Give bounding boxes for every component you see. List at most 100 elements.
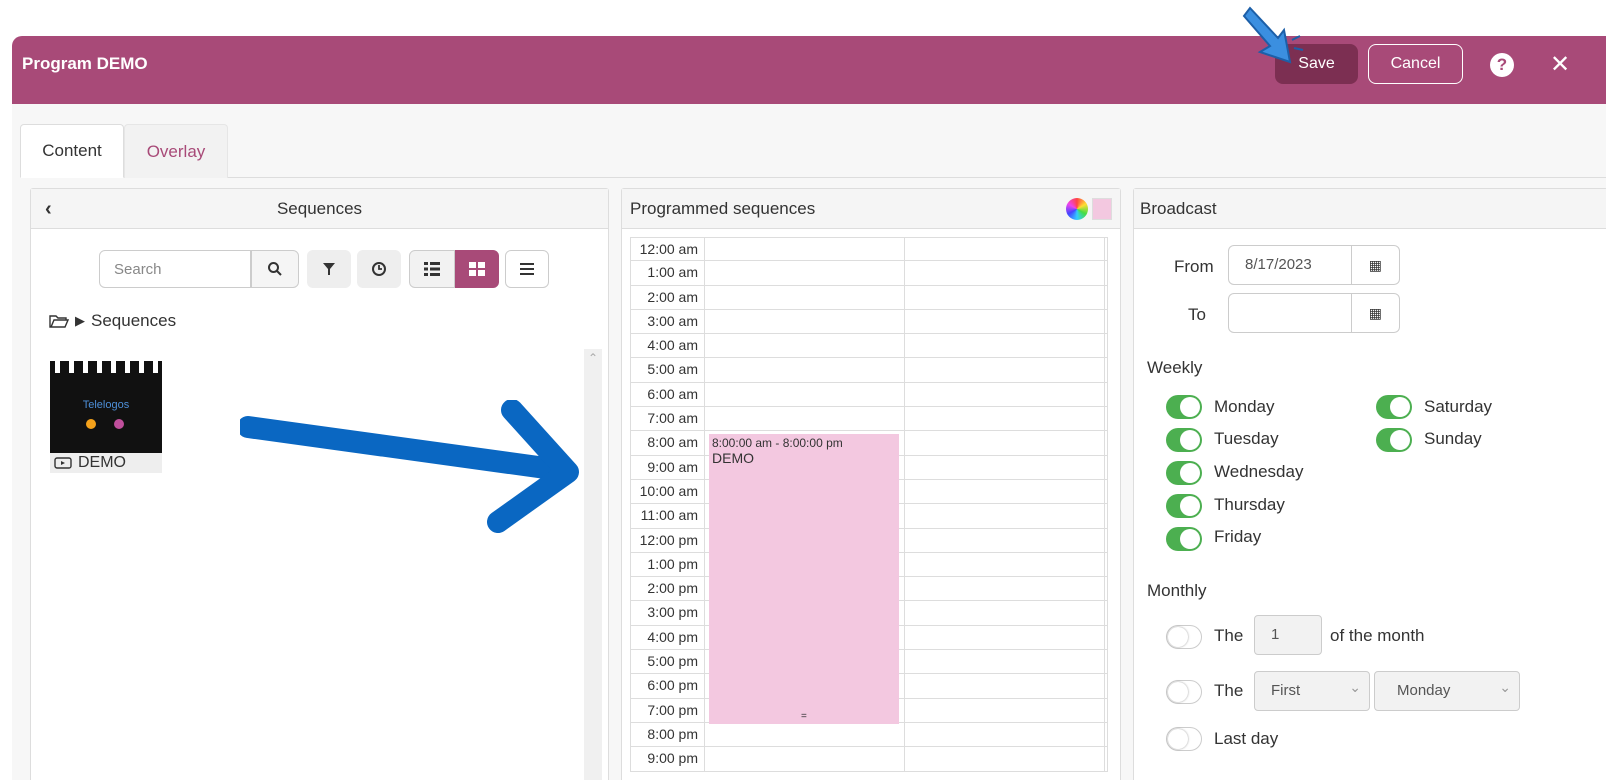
sequence-name: DEMO (78, 454, 126, 471)
toggle-tuesday[interactable] (1166, 428, 1202, 452)
hour-slot[interactable] (905, 382, 1105, 407)
hour-slot[interactable] (705, 722, 905, 747)
from-date-input[interactable]: 8/17/2023 (1229, 246, 1352, 284)
hour-slot[interactable] (905, 261, 1105, 285)
weekday-select[interactable]: Monday (1374, 668, 1520, 711)
toggle-monday[interactable] (1166, 395, 1202, 419)
hour-label: 5:00 am (631, 358, 705, 382)
hour-label: 9:00 pm (631, 747, 705, 771)
grid-view-button[interactable] (455, 250, 499, 288)
hour-slot[interactable] (905, 504, 1105, 528)
last-day-label: Last day (1214, 729, 1279, 748)
hour-row[interactable]: 1:00 am (630, 261, 1108, 286)
help-icon[interactable]: ? (1490, 53, 1514, 77)
hour-slot[interactable] (705, 747, 905, 771)
cancel-button[interactable]: Cancel (1368, 44, 1463, 84)
scroll-up-icon[interactable]: ⌃ (588, 351, 598, 365)
hour-slot[interactable] (905, 698, 1105, 722)
hour-label: 8:00 pm (631, 722, 705, 747)
hour-slot[interactable] (905, 285, 1105, 309)
recent-button[interactable] (357, 250, 401, 288)
sequence-thumbnail[interactable]: Telelogos DEMO (50, 361, 162, 473)
resize-handle-icon[interactable]: = (801, 711, 807, 722)
toggle-last-day[interactable] (1166, 727, 1202, 751)
search-input[interactable]: Search (99, 250, 251, 288)
toggle-sunday[interactable] (1376, 428, 1412, 452)
hour-slot[interactable] (905, 238, 1105, 261)
tab-overlay[interactable]: Overlay (124, 124, 228, 178)
folder-tree-item[interactable]: ▶ Sequences (49, 311, 176, 331)
hour-slot[interactable] (705, 238, 905, 261)
monthly-label: Monthly (1147, 581, 1207, 600)
toggle-day-of-month[interactable] (1166, 625, 1202, 649)
toggle-friday[interactable] (1166, 527, 1202, 551)
hour-slot[interactable] (705, 407, 905, 431)
scheduled-event[interactable]: 8:00:00 am - 8:00:00 pm DEMO = (709, 434, 899, 724)
hour-slot[interactable] (905, 650, 1105, 674)
hour-row[interactable]: 9:00 pm (630, 747, 1108, 772)
hour-slot[interactable] (905, 722, 1105, 747)
list-view-icon (424, 262, 440, 276)
toggle-saturday[interactable] (1376, 395, 1412, 419)
hour-slot[interactable] (905, 747, 1105, 771)
hour-slot[interactable] (705, 358, 905, 382)
color-wheel-icon[interactable] (1066, 197, 1088, 220)
hour-slot[interactable] (905, 309, 1105, 334)
close-icon[interactable]: ✕ (1550, 50, 1570, 79)
day-label-wednesday: Wednesday (1214, 462, 1304, 481)
broadcast-title: Broadcast (1134, 189, 1606, 229)
hour-slot[interactable] (905, 455, 1105, 479)
hour-slot[interactable] (705, 334, 905, 358)
hour-slot[interactable] (905, 528, 1105, 552)
hour-slot[interactable] (905, 601, 1105, 625)
hour-slot[interactable] (705, 285, 905, 309)
list-view-button[interactable] (409, 250, 455, 288)
color-tools (1066, 197, 1112, 220)
to-date-input[interactable] (1229, 294, 1352, 332)
hour-row[interactable]: 12:00 am (630, 237, 1108, 262)
hour-slot[interactable] (705, 382, 905, 407)
tab-bar: Content Overlay (20, 124, 1606, 178)
caret-right-icon: ▶ (75, 313, 85, 328)
hour-slot[interactable] (905, 577, 1105, 601)
hour-row[interactable]: 4:00 am (630, 334, 1108, 359)
toggle-nth-weekday[interactable] (1166, 680, 1202, 704)
hour-row[interactable]: 7:00 am (630, 407, 1108, 432)
tab-content[interactable]: Content (20, 124, 124, 178)
title-bar: Program DEMO Save Cancel ? ✕ (12, 36, 1606, 104)
hour-slot[interactable] (905, 552, 1105, 577)
hour-label: 12:00 pm (631, 528, 705, 552)
search-button[interactable] (251, 250, 299, 288)
hour-slot[interactable] (905, 674, 1105, 698)
hour-row[interactable]: 8:00 pm (630, 722, 1108, 748)
hour-slot[interactable] (905, 358, 1105, 382)
to-date-field[interactable]: ▦ (1228, 293, 1400, 333)
calendar-icon[interactable]: ▦ (1352, 294, 1399, 332)
hour-slot[interactable] (705, 261, 905, 285)
from-date-field[interactable]: 8/17/2023 ▦ (1228, 245, 1400, 285)
hour-slot[interactable] (905, 407, 1105, 431)
filter-button[interactable] (307, 250, 351, 288)
hour-slot[interactable] (905, 431, 1105, 455)
hour-row[interactable]: 3:00 am (630, 309, 1108, 335)
hour-slot[interactable] (905, 625, 1105, 650)
ordinal-select[interactable]: First (1254, 668, 1370, 711)
day-of-month-input[interactable]: 1 (1254, 615, 1322, 655)
toggle-wednesday[interactable] (1166, 461, 1202, 485)
sequences-scrollbar[interactable]: ⌃ (584, 349, 602, 780)
event-time: 8:00:00 am - 8:00:00 pm (712, 436, 843, 450)
calendar-icon[interactable]: ▦ (1352, 246, 1399, 284)
hour-row[interactable]: 5:00 am (630, 358, 1108, 383)
sequences-header: ‹ Sequences (31, 189, 608, 229)
hour-row[interactable]: 6:00 am (630, 382, 1108, 408)
hour-slot[interactable] (905, 334, 1105, 358)
hour-label: 3:00 pm (631, 601, 705, 625)
sort-menu-button[interactable] (505, 250, 549, 288)
hour-slot[interactable] (705, 309, 905, 334)
color-swatch[interactable] (1092, 197, 1112, 220)
collapse-left-icon[interactable]: ‹ (45, 198, 52, 221)
toggle-thursday[interactable] (1166, 494, 1202, 518)
hour-label: 1:00 pm (631, 552, 705, 577)
hour-row[interactable]: 2:00 am (630, 285, 1108, 310)
hour-slot[interactable] (905, 479, 1105, 504)
